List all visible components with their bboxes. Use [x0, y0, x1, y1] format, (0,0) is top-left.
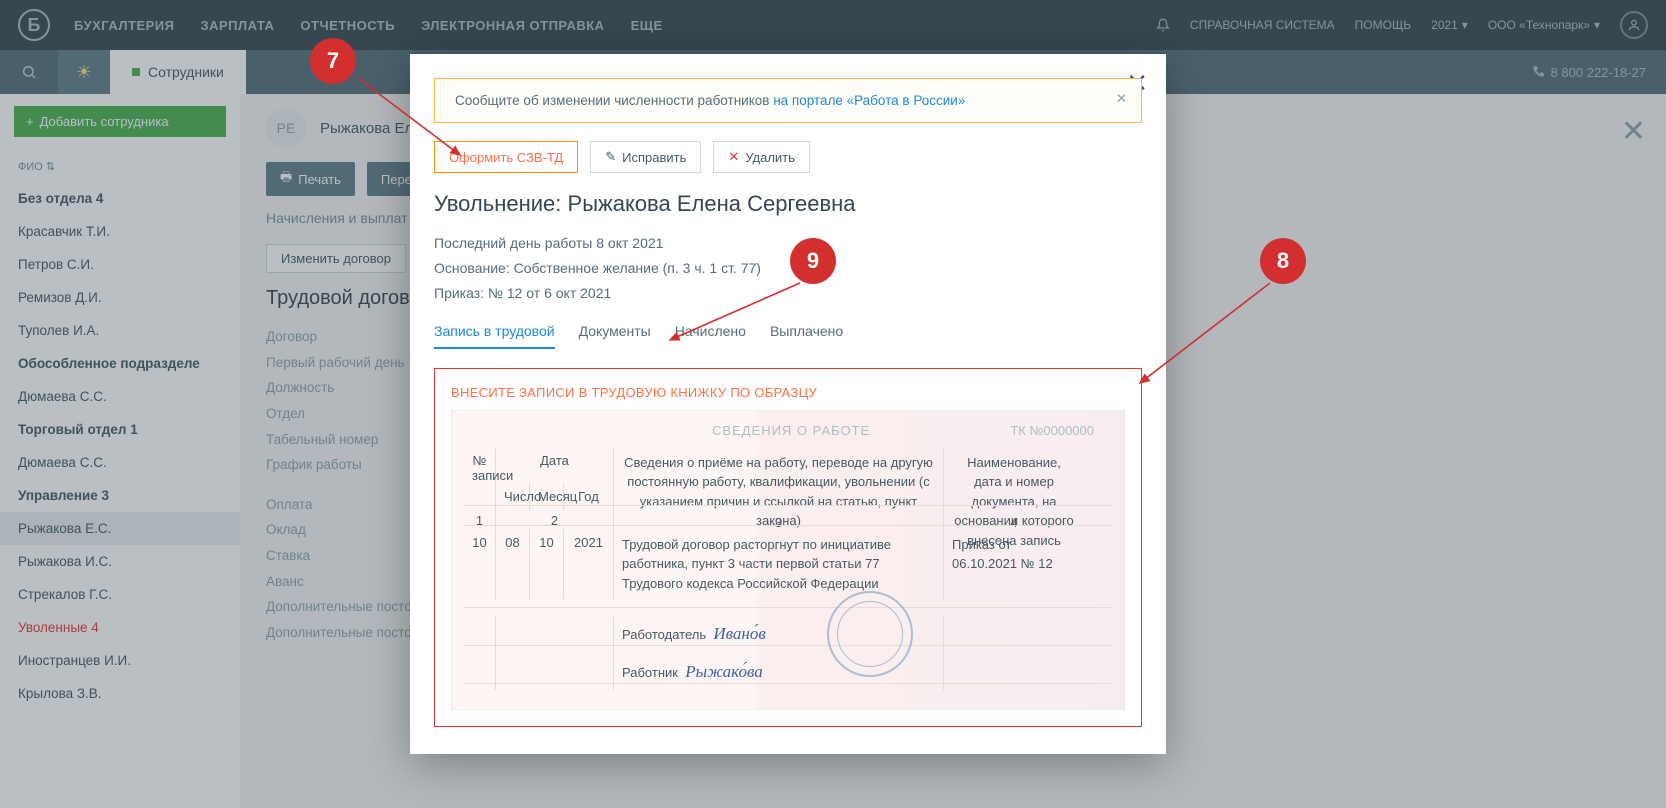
cell-text: Трудовой договор расторгнут по инициатив… [614, 529, 944, 600]
workbook-instruction: ВНЕСИТЕ ЗАПИСИ В ТРУДОВУЮ КНИЖКУ ПО ОБРА… [451, 385, 1125, 400]
cell-year: 2021 [564, 529, 614, 600]
delete-button[interactable]: ✕Удалить [713, 141, 810, 173]
modal-tabs: Запись в трудовой Документы Начислено Вы… [434, 323, 1142, 350]
modal-info: Последний день работы 8 окт 2021 Основан… [434, 231, 1142, 307]
workbook-image: СВЕДЕНИЯ О РАБОТЕ ТК №0000000 № записи Д… [451, 410, 1125, 710]
cell-day: 08 [496, 529, 530, 600]
order: Приказ: № 12 от 6 окт 2021 [434, 281, 1142, 306]
alert-link[interactable]: на портале «Работа в России» [773, 93, 965, 108]
modal-title: Увольнение: Рыжакова Елена Сергеевна [434, 191, 1142, 217]
tab-workbook[interactable]: Запись в трудовой [434, 323, 555, 349]
pencil-icon: ✎ [605, 149, 616, 165]
cell-month: 10 [530, 529, 564, 600]
workbook-title: СВЕДЕНИЯ О РАБОТЕ [712, 423, 870, 438]
tab-paid[interactable]: Выплачено [770, 323, 843, 349]
dismissal-modal: ✕ Сообщите об изменении численности рабо… [410, 54, 1166, 754]
fix-button[interactable]: ✎Исправить [590, 141, 701, 173]
last-day: Последний день работы 8 окт 2021 [434, 231, 1142, 256]
callout-9: 9 [790, 238, 836, 284]
callout-7: 7 [310, 38, 356, 84]
alert-close-button[interactable]: ✕ [1116, 91, 1127, 107]
stamp-icon [827, 591, 913, 677]
info-alert: Сообщите об изменении численности работн… [434, 78, 1142, 123]
cell-doc: Приказ от 06.10.2021 № 12 [944, 529, 1084, 600]
x-icon: ✕ [728, 149, 739, 165]
workbook-sample: ВНЕСИТЕ ЗАПИСИ В ТРУДОВУЮ КНИЖКУ ПО ОБРА… [434, 368, 1142, 727]
cell-n: 10 [464, 529, 496, 600]
alert-text: Сообщите об изменении численности работн… [455, 93, 773, 108]
tab-accrued[interactable]: Начислено [675, 323, 746, 349]
szv-td-button[interactable]: Оформить СЗВ-ТД [434, 141, 578, 173]
workbook-number: ТК №0000000 [1010, 423, 1094, 438]
reason: Основание: Собственное желание (п. 3 ч. … [434, 256, 1142, 281]
callout-8: 8 [1260, 238, 1306, 284]
tab-documents[interactable]: Документы [579, 323, 651, 349]
